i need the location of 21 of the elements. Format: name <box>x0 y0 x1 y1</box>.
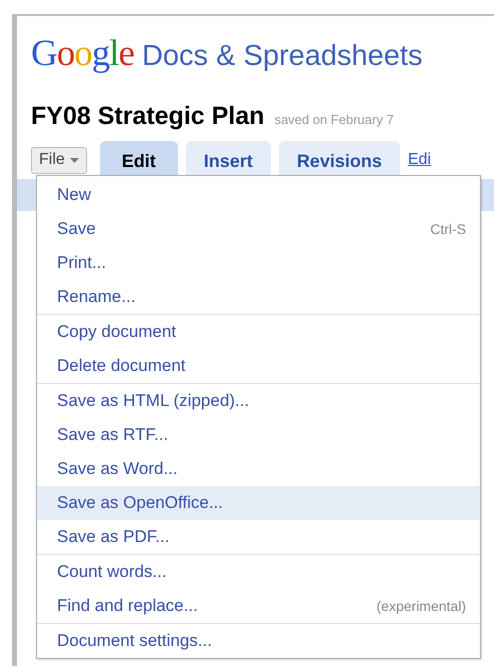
menu-item[interactable]: Document settings... <box>37 624 480 658</box>
menu-item[interactable]: Copy document <box>37 315 480 349</box>
menu-item[interactable]: Find and replace... (experimental) <box>37 589 480 623</box>
menu-item[interactable]: Save as RTF... <box>37 418 480 452</box>
menu-item[interactable]: Print... <box>37 246 480 280</box>
document-title: FY08 Strategic Plan <box>31 102 264 131</box>
caret-icon <box>70 158 79 162</box>
product-name: Docs & Spreadsheets <box>142 40 422 73</box>
menu-item[interactable]: Rename... <box>37 280 480 314</box>
edit-link[interactable]: Edi <box>408 151 431 169</box>
save-status: saved on February 7 <box>274 112 394 127</box>
menu-item[interactable]: Count words... <box>37 555 480 589</box>
menu-item[interactable]: Save as HTML (zipped)... <box>37 384 480 418</box>
menu-item[interactable]: Delete document <box>37 349 480 383</box>
google-logo: Google <box>31 32 134 75</box>
menu-item[interactable]: Save as OpenOffice... <box>37 486 480 520</box>
menu-item[interactable]: Save as Word... <box>37 452 480 486</box>
menu-item[interactable]: Save as PDF... <box>37 520 480 554</box>
menu-item[interactable]: Save Ctrl-S <box>37 212 480 246</box>
menu-item[interactable]: New <box>37 178 480 212</box>
file-menu-button[interactable]: File <box>31 146 87 174</box>
